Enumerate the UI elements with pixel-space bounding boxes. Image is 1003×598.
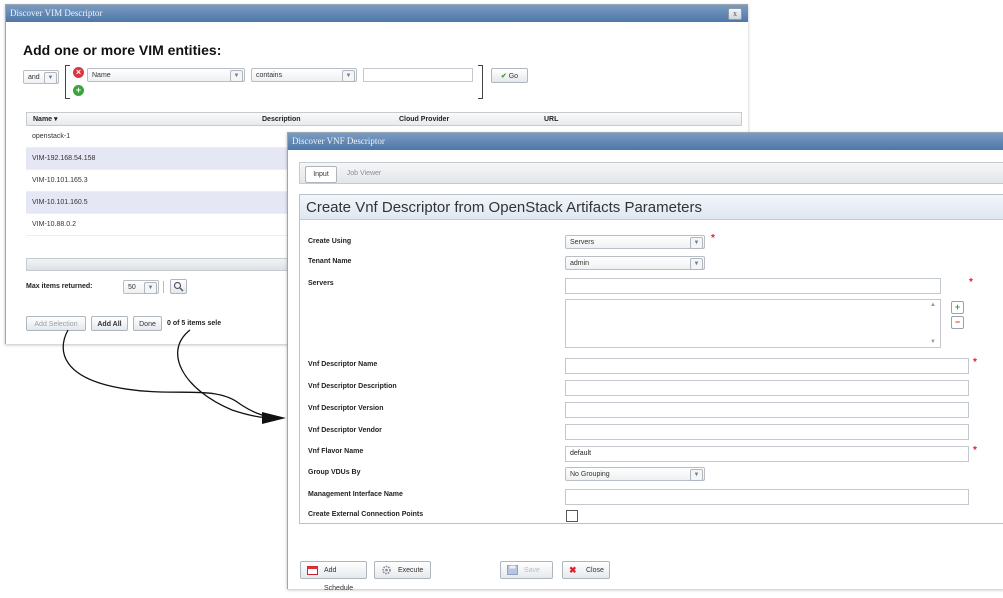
tab-input[interactable]: Input: [305, 166, 337, 183]
management-interface-name-input[interactable]: [565, 489, 969, 505]
required-marker: *: [969, 277, 973, 288]
vnf-descriptor-description-input[interactable]: [565, 380, 969, 396]
vnf-descriptor-name-input[interactable]: [565, 358, 969, 374]
management-interface-name-label: Management Interface Name: [308, 491, 403, 498]
vnf-window-titlebar[interactable]: Discover VNF Descriptor: [288, 133, 1003, 150]
group-vdus-by-select[interactable]: No Grouping ▼: [565, 467, 705, 481]
create-using-select[interactable]: Servers ▼: [565, 235, 705, 249]
required-marker: *: [973, 445, 977, 456]
tab-job-viewer[interactable]: Job Viewer: [339, 166, 389, 181]
chevron-down-icon: ▼: [690, 469, 703, 481]
execute-button[interactable]: Execute: [374, 561, 431, 579]
discover-vnf-window: Discover VNF Descriptor Input Job Viewer…: [287, 132, 1003, 592]
vnf-descriptor-name-label: Vnf Descriptor Name: [308, 361, 378, 368]
create-external-connection-points-label: Create External Connection Points: [308, 511, 424, 518]
tenant-name-select[interactable]: admin ▼: [565, 256, 705, 270]
arrow-head: [262, 412, 286, 424]
vnf-descriptor-vendor-input[interactable]: [565, 424, 969, 440]
group-vdus-by-label: Group VDUs By: [308, 469, 361, 476]
create-using-label: Create Using: [308, 238, 352, 245]
close-button[interactable]: ✖ Close: [562, 561, 610, 579]
vnf-descriptor-version-label: Vnf Descriptor Version: [308, 405, 384, 412]
vnf-flavor-name-input[interactable]: default: [565, 446, 969, 462]
vnf-descriptor-description-label: Vnf Descriptor Description: [308, 383, 397, 390]
group-vdus-by-value: No Grouping: [570, 471, 610, 478]
vnf-parameters-panel: Create Vnf Descriptor from OpenStack Art…: [299, 194, 1003, 524]
save-label: Save: [524, 567, 540, 574]
tenant-name-label: Tenant Name: [308, 258, 352, 265]
close-label: Close: [586, 567, 604, 574]
arrow-from-done: [177, 329, 273, 419]
vnf-descriptor-version-input[interactable]: [565, 402, 969, 418]
chevron-down-icon: ▼: [690, 237, 703, 249]
vnf-window-title: Discover VNF Descriptor: [292, 136, 385, 146]
execute-label: Execute: [398, 567, 424, 574]
scroll-down-icon[interactable]: ▼: [930, 339, 936, 345]
calendar-icon: [307, 566, 318, 575]
scroll-up-icon[interactable]: ▲: [930, 302, 936, 308]
vnf-flavor-name-label: Vnf Flavor Name: [308, 448, 364, 455]
vnf-descriptor-vendor-label: Vnf Descriptor Vendor: [308, 427, 382, 434]
panel-title: Create Vnf Descriptor from OpenStack Art…: [300, 195, 1003, 220]
save-icon: [507, 565, 518, 575]
vnf-tab-strip: Input Job Viewer: [299, 162, 1003, 184]
add-schedule-label: Add Schedule: [324, 567, 354, 592]
servers-input[interactable]: [565, 278, 941, 294]
tenant-name-value: admin: [570, 260, 590, 267]
close-icon: ✖: [569, 565, 577, 575]
required-marker: *: [711, 233, 715, 244]
servers-label: Servers: [308, 280, 334, 287]
remove-server-icon[interactable]: −: [951, 316, 964, 329]
create-using-value: Servers: [570, 239, 595, 246]
create-external-connection-points-checkbox[interactable]: [566, 510, 578, 522]
chevron-down-icon: ▼: [690, 258, 703, 270]
gear-icon: [382, 565, 391, 575]
add-schedule-button[interactable]: Add Schedule: [300, 561, 367, 592]
servers-list[interactable]: ▲ ▼: [565, 299, 941, 348]
save-button[interactable]: Save: [500, 561, 553, 579]
arrow-from-add-selection: [62, 329, 276, 419]
add-server-icon[interactable]: +: [951, 301, 964, 314]
required-marker: *: [973, 357, 977, 368]
